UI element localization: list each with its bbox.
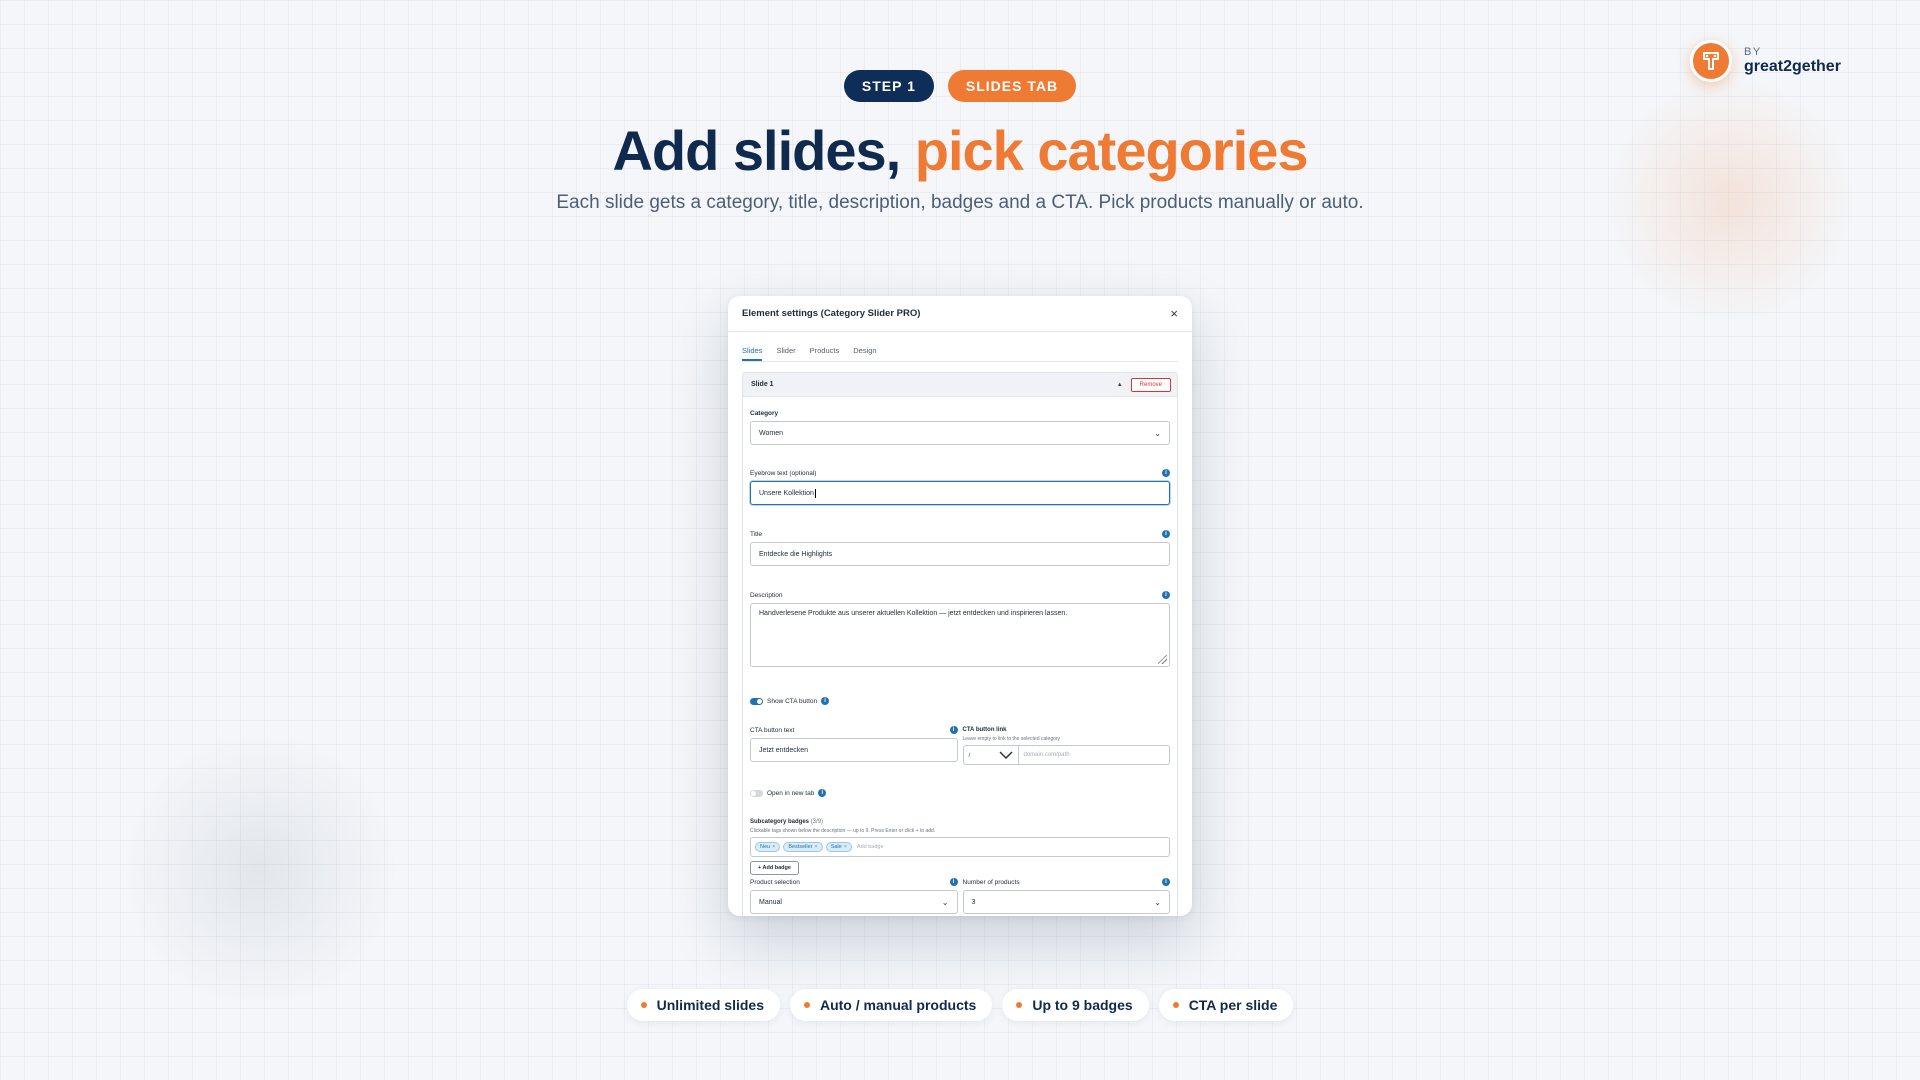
number-of-products-value: 3 <box>971 898 976 906</box>
badge-chip[interactable]: Neu × <box>755 842 781 852</box>
close-icon[interactable]: × <box>844 844 847 850</box>
cta-text-label: CTA button text <box>750 726 795 734</box>
dialog-header: Element settings (Category Slider PRO) × <box>728 296 1192 332</box>
new-tab-toggle[interactable] <box>750 789 763 797</box>
category-value: Women <box>759 429 783 437</box>
slide-panel: Slide 1 ▲ Remove Category Women ⌄ Eyebro… <box>742 372 1178 916</box>
badges-input[interactable]: Neu × Bestseller × Sale × Add badge <box>750 837 1170 857</box>
feature-label: Unlimited slides <box>656 997 764 1013</box>
step-pill: STEP 1 <box>843 70 934 102</box>
bullet-dot-icon <box>640 1002 647 1008</box>
info-icon[interactable]: i <box>1162 878 1170 886</box>
close-icon[interactable]: × <box>1170 306 1178 321</box>
eyebrow-input[interactable]: Unsere Kollektion <box>750 481 1170 505</box>
cta-link-placeholder: domain.com/path <box>1023 752 1070 758</box>
chevron-down-icon: ⌄ <box>941 897 949 907</box>
cta-link-scheme-select[interactable]: / <box>962 745 1019 765</box>
dialog-title: Element settings (Category Slider PRO) <box>742 308 921 319</box>
product-selection-label: Product selection <box>750 878 800 886</box>
cta-link-label: CTA button link <box>962 727 1007 733</box>
title-value: Entdecke die Highlights <box>759 550 833 558</box>
bullet-dot-icon <box>1172 1002 1179 1008</box>
chevron-down-icon: ⌄ <box>1154 897 1161 907</box>
feature-list: Unlimited slides Auto / manual products … <box>0 989 1920 1021</box>
collapse-caret-icon[interactable]: ▲ <box>1117 382 1123 388</box>
badges-label: Subcategory badges (3/9) <box>750 819 823 825</box>
feature-label: CTA per slide <box>1188 997 1278 1013</box>
badges-label-text: Subcategory badges <box>750 819 810 825</box>
bullet-dot-icon <box>1016 1002 1023 1008</box>
info-icon[interactable]: i <box>949 726 958 734</box>
cta-link-scheme-value: / <box>968 751 971 759</box>
eyebrow-value: Unsere Kollektion <box>759 489 814 497</box>
info-icon[interactable]: i <box>949 878 958 886</box>
header-pills: STEP 1 SLIDES TAB <box>0 70 1920 102</box>
text-cursor <box>814 488 816 498</box>
feature-pill: Up to 9 badges <box>1002 989 1149 1021</box>
feature-pill: Unlimited slides <box>626 989 780 1021</box>
close-icon[interactable]: × <box>814 844 817 850</box>
resize-handle-icon[interactable] <box>1158 655 1167 664</box>
page-title: Add slides, pick categories <box>0 118 1920 183</box>
tab-design[interactable]: Design <box>853 346 876 361</box>
tab-products[interactable]: Products <box>810 346 840 361</box>
cta-text-input[interactable]: Jetzt entdecken <box>750 738 958 762</box>
title-input[interactable]: Entdecke die Highlights <box>750 542 1170 566</box>
show-cta-toggle[interactable] <box>750 697 763 705</box>
slide-title: Slide 1 <box>751 381 774 388</box>
chevron-down-icon <box>998 751 1013 759</box>
cta-link-combo: / domain.com/path <box>962 745 1170 765</box>
feature-label: Up to 9 badges <box>1032 997 1133 1013</box>
tab-slider[interactable]: Slider <box>776 346 795 361</box>
add-badge-button[interactable]: + Add badge <box>750 861 799 875</box>
element-settings-dialog: Element settings (Category Slider PRO) ×… <box>728 296 1192 916</box>
tab-pill: SLIDES TAB <box>947 70 1077 102</box>
show-cta-label: Show CTA button <box>767 697 818 705</box>
close-icon[interactable]: × <box>772 844 775 850</box>
info-icon[interactable]: i <box>1162 591 1170 599</box>
info-icon[interactable]: i <box>818 789 827 797</box>
badge-chip-label: Neu <box>760 844 771 850</box>
title-label: Title <box>750 530 763 538</box>
slide-header[interactable]: Slide 1 ▲ Remove <box>743 373 1177 397</box>
background-glow-grey <box>110 740 410 1000</box>
cta-link-path-input[interactable]: domain.com/path <box>1018 745 1170 765</box>
cta-link-hint: Leave empty to link to the selected cate… <box>962 736 1061 742</box>
page-title-accent: pick categories <box>914 119 1309 182</box>
remove-slide-button[interactable]: Remove <box>1130 377 1171 392</box>
description-value: Handverlesene Produkte aus unserer aktue… <box>759 610 1068 617</box>
eyebrow-label: Eyebrow text (optional) <box>750 469 817 477</box>
badge-chip-label: Bestseller <box>788 844 813 850</box>
badges-placeholder: Add badge <box>856 844 884 850</box>
category-select[interactable]: Women ⌄ <box>750 421 1170 445</box>
badges-count: (3/9) <box>810 819 824 825</box>
brand-by: BY <box>1744 46 1762 59</box>
category-label: Category <box>750 409 779 417</box>
feature-label: Auto / manual products <box>819 997 977 1013</box>
description-label: Description <box>750 591 783 599</box>
info-icon[interactable]: i <box>1162 469 1170 477</box>
feature-pill: CTA per slide <box>1158 989 1294 1021</box>
description-textarea[interactable]: Handverlesene Produkte aus unserer aktue… <box>750 603 1170 667</box>
chevron-down-icon: ⌄ <box>1154 428 1161 438</box>
dialog-tabs: Slides Slider Products Design <box>742 342 1178 362</box>
page-title-main: Add slides, <box>612 119 915 182</box>
bullet-dot-icon <box>803 1002 810 1008</box>
badges-hint: Clickable tags shown below the descripti… <box>750 828 936 834</box>
product-selection-value: Manual <box>759 898 782 906</box>
product-selection-select[interactable]: Manual ⌄ <box>750 890 958 914</box>
info-icon[interactable]: i <box>821 697 830 705</box>
tab-slides[interactable]: Slides <box>742 346 763 361</box>
number-of-products-label: Number of products <box>962 878 1020 886</box>
number-of-products-select[interactable]: 3 ⌄ <box>962 890 1170 914</box>
cta-text-value: Jetzt entdecken <box>759 746 809 754</box>
info-icon[interactable]: i <box>1162 530 1170 538</box>
badge-chip[interactable]: Bestseller × <box>783 842 823 852</box>
page-subtitle: Each slide gets a category, title, descr… <box>556 192 1364 213</box>
new-tab-label: Open in new tab <box>767 789 815 797</box>
badge-chip-label: Sale <box>830 844 842 850</box>
badge-chip[interactable]: Sale × <box>825 842 852 852</box>
feature-pill: Auto / manual products <box>789 989 993 1021</box>
